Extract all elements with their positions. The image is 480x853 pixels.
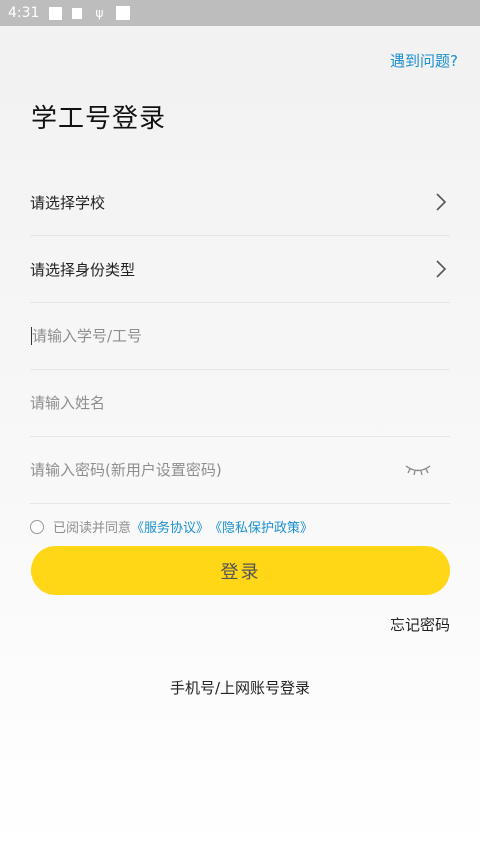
chevron-right-icon xyxy=(436,260,447,278)
text-cursor xyxy=(31,327,32,345)
agreement-row: 已阅读并同意 《服务协议》 《隐私保护政策》 xyxy=(30,517,313,536)
identity-type-selector[interactable]: 请选择身份类型 xyxy=(30,236,450,303)
service-agreement-link[interactable]: 《服务协议》 xyxy=(131,517,209,536)
notification-icon xyxy=(49,6,63,20)
name-row xyxy=(30,370,450,437)
name-input[interactable] xyxy=(30,394,390,412)
school-selector-label: 请选择学校 xyxy=(30,193,106,212)
alt-login-link[interactable]: 手机号/上网账号登录 xyxy=(0,677,480,698)
student-id-input[interactable] xyxy=(30,327,392,345)
password-row xyxy=(30,437,450,504)
forgot-password-link[interactable]: 忘记密码 xyxy=(390,614,450,635)
password-input[interactable] xyxy=(30,461,390,479)
login-button[interactable]: 登录 xyxy=(31,546,450,595)
school-selector[interactable]: 请选择学校 xyxy=(30,169,450,236)
app-notification-icon xyxy=(116,6,131,20)
student-id-row xyxy=(30,303,450,370)
help-link[interactable]: 遇到问题? xyxy=(390,50,458,71)
chevron-right-icon xyxy=(436,193,447,211)
sim-icon xyxy=(72,7,83,19)
identity-type-label: 请选择身份类型 xyxy=(30,260,136,279)
agreement-checkbox[interactable] xyxy=(30,519,44,534)
eye-closed-icon[interactable] xyxy=(404,463,432,477)
usb-icon: ψ xyxy=(95,5,104,20)
privacy-policy-link[interactable]: 《隐私保护政策》 xyxy=(209,517,313,536)
status-time: 4:31 xyxy=(8,5,40,21)
page-title: 学工号登录 xyxy=(31,104,167,134)
status-bar: 4:31 ψ xyxy=(0,0,480,26)
agreement-prefix: 已阅读并同意 xyxy=(53,521,132,536)
